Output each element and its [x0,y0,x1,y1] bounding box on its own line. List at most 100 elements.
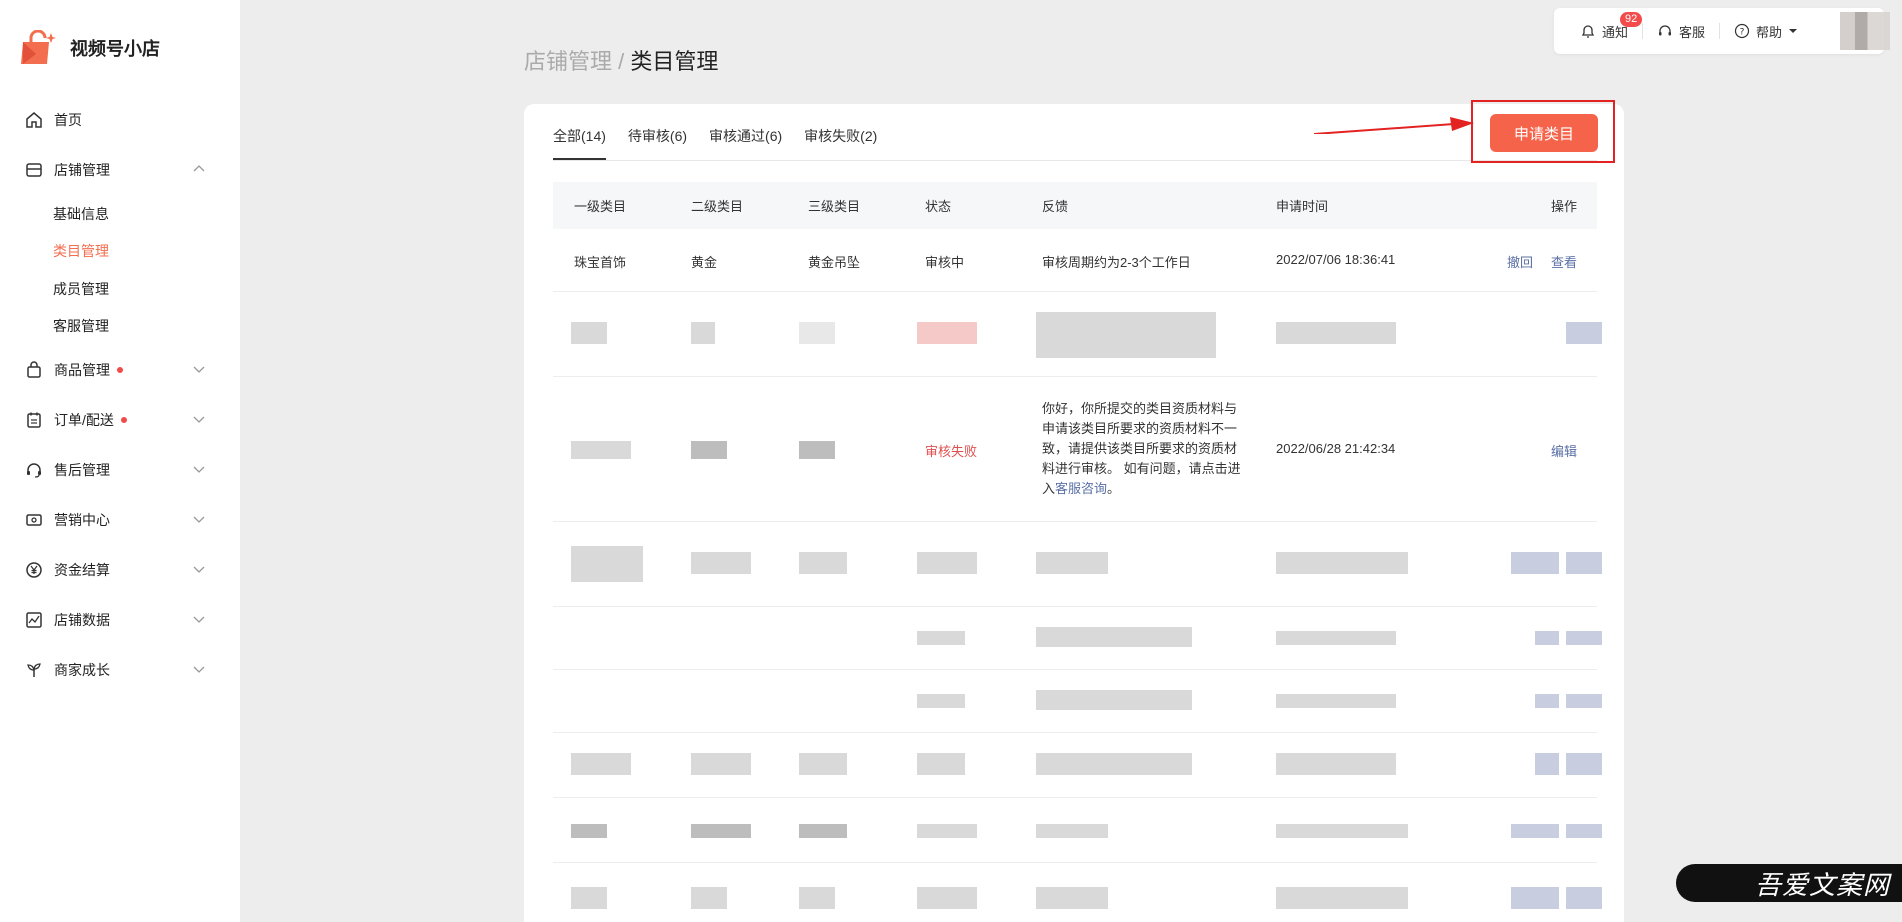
sidebar-item-shop[interactable]: 店铺管理 [0,145,240,195]
apply-category-button[interactable]: 申请类目 [1490,114,1598,152]
redacted-cell [1535,694,1559,708]
customer-service-button[interactable]: 客服 [1657,22,1705,41]
sidebar-subitem-service[interactable]: 客服管理 [0,308,240,346]
redacted-cell [571,322,607,344]
tabs-divider [553,160,1597,161]
sidebar-subitem-category[interactable]: 类目管理 [0,233,240,271]
header-cell: 操作 [1550,199,1577,214]
yen-icon [24,560,44,580]
sidebar-item-label: 店铺管理 [54,162,110,178]
redacted-cell [571,887,607,909]
header-cell: 状态 [925,199,952,214]
sidebar-item-home[interactable]: 首页 [0,95,240,145]
redacted-cell [1276,322,1396,344]
customer-service-link[interactable]: 客服咨询 [1055,481,1107,496]
redacted-cell [1566,322,1602,344]
redacted-cell [799,887,835,909]
app-logo[interactable]: 视频号小店 [20,29,160,66]
sidebar-subitem-basic-info[interactable]: 基础信息 [0,195,240,233]
table-row [553,733,1602,798]
chevron-up-icon [193,165,205,172]
cell-level3: 黄金吊坠 [808,255,861,270]
cell-status: 审核失败 [925,444,978,459]
redacted-cell [691,552,751,574]
sidebar-subitem-members[interactable]: 成员管理 [0,270,240,308]
cell-level2: 黄金 [691,255,718,270]
tab-rejected[interactable]: 审核失败(2) [804,126,877,160]
help-dropdown[interactable]: ? 帮助 [1734,22,1798,41]
redacted-cell [1566,824,1602,838]
notification-button[interactable]: 通知 92 [1580,11,1643,41]
sidebar-item-label: 售后管理 [54,462,110,478]
table-row [553,863,1602,922]
avatar[interactable] [1840,12,1890,50]
notification-count-badge: 92 [1620,11,1643,27]
sidebar-item-products[interactable]: 商品管理 [0,345,240,395]
redacted-cell [799,824,847,838]
chevron-down-icon [193,666,205,673]
breadcrumb-current: 类目管理 [630,49,719,74]
redacted-cell [1036,824,1108,838]
redacted-cell [1566,753,1602,775]
table-row: 珠宝首饰 黄金 黄金吊坠 审核中 审核周期约为2-3个工作日 2022/07/0… [553,229,1597,292]
sidebar-item-aftersale[interactable]: 售后管理 [0,445,240,495]
redacted-cell [1276,824,1408,838]
redacted-cell [691,441,727,459]
help-icon: ? [1734,23,1750,39]
sidebar-item-finance[interactable]: 资金结算 [0,545,240,595]
redacted-cell [917,322,977,344]
headset-icon [1659,25,1672,36]
breadcrumb-separator: / [618,49,625,74]
customer-service-label: 客服 [1679,24,1706,40]
table-row [553,607,1602,670]
help-label: 帮助 [1756,24,1783,40]
category-table: 一级类目 二级类目 三级类目 状态 反馈 申请时间 操作 珠宝首饰 黄金 黄金吊… [553,182,1602,922]
ticket-icon [24,510,44,530]
redacted-cell [1036,690,1192,710]
headset-icon [24,460,44,480]
feedback-text-end: 。 [1107,481,1121,496]
table-row [553,292,1602,377]
redacted-cell [799,552,847,574]
withdraw-link[interactable]: 撤回 [1507,252,1533,271]
redacted-cell [1566,552,1602,574]
chevron-down-icon [193,466,205,473]
chevron-down-icon [193,616,205,623]
breadcrumb-parent[interactable]: 店铺管理 [524,49,612,74]
sidebar: 视频号小店 首页 店铺管理 基础信息 类目管理 成员管理 客服管理 商品管理 订… [0,0,240,922]
redacted-cell [571,753,631,775]
sidebar-item-label: 首页 [54,112,82,128]
redacted-cell [1036,312,1216,358]
chevron-down-icon [193,416,205,423]
shop-icon [24,160,44,180]
sprout-icon [24,660,44,680]
redacted-cell [917,753,965,775]
cell-time: 2022/07/06 18:36:41 [1276,252,1396,267]
redacted-cell [571,441,631,459]
redacted-cell [799,753,847,775]
tab-approved[interactable]: 审核通过(6) [709,126,782,160]
sidebar-item-marketing[interactable]: 营销中心 [0,495,240,545]
tab-pending[interactable]: 待审核(6) [628,126,687,160]
table-row [553,670,1602,733]
table-row: 审核失败 你好，你所提交的类目资质材料与申请该类目所要求的资质材料不一致，请提供… [553,377,1597,522]
home-icon [24,110,44,130]
chevron-down-icon [193,516,205,523]
tab-all[interactable]: 全部(14) [553,126,606,160]
table-row [553,798,1602,863]
view-link[interactable]: 查看 [1551,252,1577,271]
sidebar-item-data[interactable]: 店铺数据 [0,595,240,645]
edit-link[interactable]: 编辑 [1551,441,1577,460]
divider [1719,23,1721,39]
redacted-cell [1276,631,1396,645]
redacted-cell [571,546,643,582]
redacted-cell [1566,887,1602,909]
sidebar-item-growth[interactable]: 商家成长 [0,645,240,695]
caret-down-icon [1789,29,1798,33]
redacted-cell [1535,753,1559,775]
redacted-cell [1276,753,1396,775]
notification-dot [120,417,127,423]
sidebar-item-orders[interactable]: 订单/配送 [0,395,240,445]
redacted-cell [917,631,965,645]
divider [1642,23,1644,39]
